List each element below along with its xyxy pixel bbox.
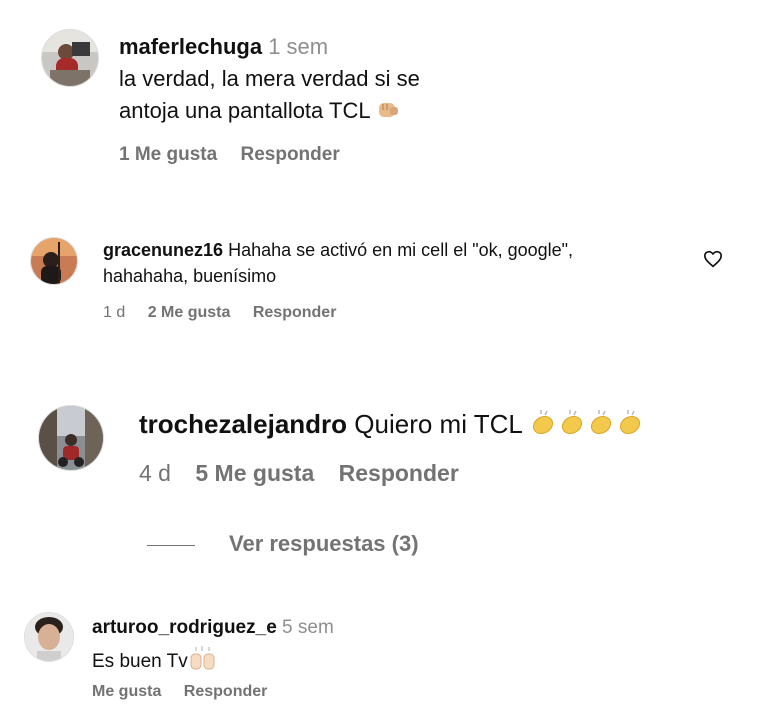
comment-text: Hahaha se activó en mi cell el "ok, goog… xyxy=(228,240,574,260)
reply-button[interactable]: Responder xyxy=(184,683,268,700)
like-button[interactable]: Me gusta xyxy=(92,683,161,700)
fist-bump-emoji-icon xyxy=(376,99,400,127)
comment-text-line: la verdad, la mera verdad si se xyxy=(119,66,420,91)
username[interactable]: trochezalejandro xyxy=(139,409,347,439)
likes-count[interactable]: 1 Me gusta xyxy=(119,144,217,165)
likes-count[interactable]: 5 Me gusta xyxy=(195,460,314,486)
avatar[interactable] xyxy=(38,405,104,471)
reply-button[interactable]: Responder xyxy=(253,304,337,321)
timestamp[interactable]: 1 sem xyxy=(268,34,328,59)
username[interactable]: maferlechuga xyxy=(119,34,262,59)
timestamp[interactable]: 1 d xyxy=(103,304,125,321)
comment-text-line: gracenunez16 Hahaha se activó en mi cell… xyxy=(103,240,573,261)
raising-hands-emoji-icon xyxy=(188,646,218,676)
comment-actions: Me gusta Responder xyxy=(92,683,285,701)
clapping-hands-emoji-icon xyxy=(529,408,647,443)
comment-text-line: hahahaha, buenísimo xyxy=(103,266,277,286)
comment-actions: 1 d 2 Me gusta Responder xyxy=(103,304,354,322)
avatar[interactable] xyxy=(41,29,99,87)
comment-text-line: Es buen Tv xyxy=(92,646,218,676)
comment-text: Es buen Tv xyxy=(92,651,188,672)
comment-text-line: antoja una pantallota TCL xyxy=(119,98,400,127)
reply-button[interactable]: Responder xyxy=(339,460,459,486)
reply-button[interactable]: Responder xyxy=(240,144,339,165)
comment-text: antoja una pantallota TCL xyxy=(119,98,370,123)
comment-text: Quiero mi TCL xyxy=(354,409,522,439)
comment-header: maferlechuga 1 sem xyxy=(119,34,328,60)
timestamp[interactable]: 4 d xyxy=(139,460,171,486)
username[interactable]: arturoo_rodriguez_e xyxy=(92,617,277,638)
comment-actions: 1 Me gusta Responder xyxy=(119,144,358,166)
heart-outline-icon[interactable] xyxy=(703,250,723,268)
comment-header: arturoo_rodriguez_e 5 sem xyxy=(92,617,334,639)
avatar[interactable] xyxy=(30,237,78,285)
replies-divider xyxy=(147,545,195,546)
username[interactable]: gracenunez16 xyxy=(103,240,223,260)
avatar[interactable] xyxy=(24,612,74,662)
likes-count[interactable]: 2 Me gusta xyxy=(148,304,231,321)
comment-text-line: trochezalejandro Quiero mi TCL xyxy=(139,408,647,443)
comment-actions: 4 d 5 Me gusta Responder xyxy=(139,460,477,487)
timestamp[interactable]: 5 sem xyxy=(282,617,334,638)
view-replies-button[interactable]: Ver respuestas (3) xyxy=(229,531,419,557)
